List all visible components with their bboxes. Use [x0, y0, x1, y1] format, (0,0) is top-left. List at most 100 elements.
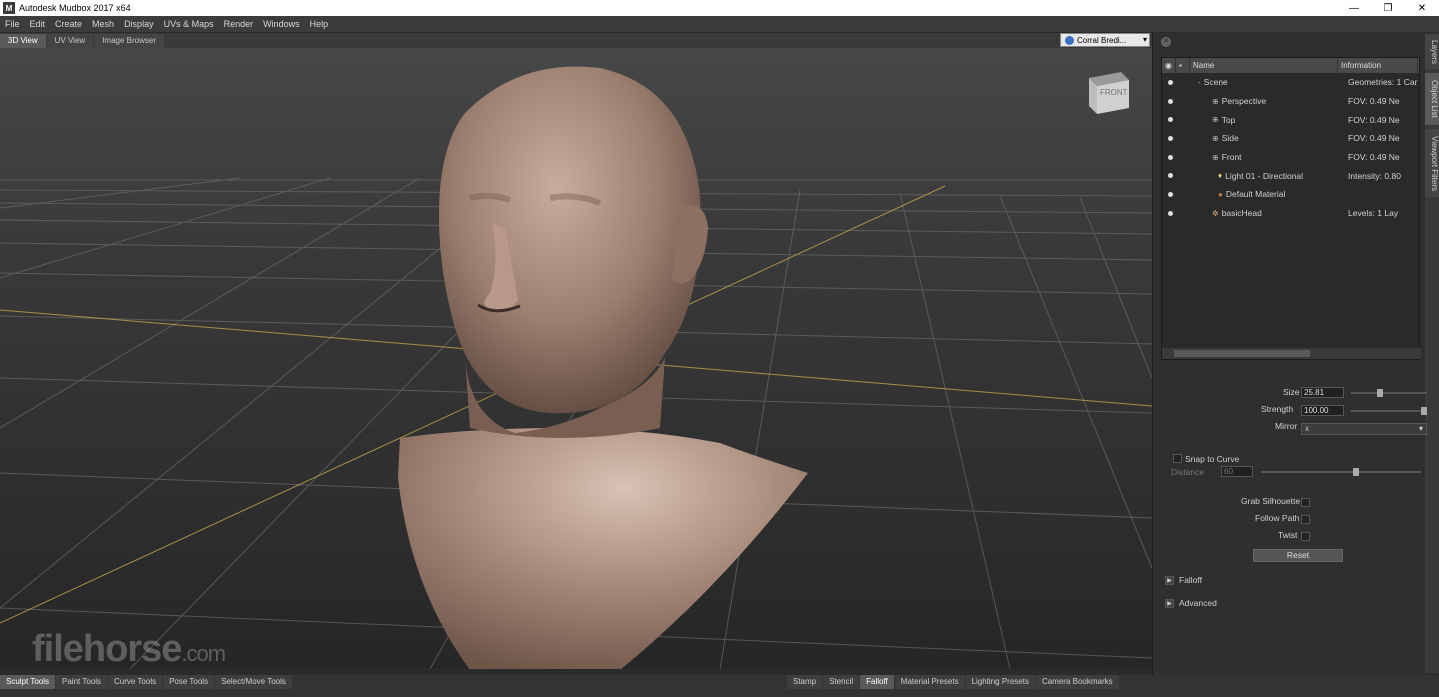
view-cube[interactable]: FRONT [1085, 68, 1133, 118]
slider-knob[interactable] [1377, 389, 1383, 397]
item-info: FOV: 0.49 Ne [1348, 114, 1400, 125]
size-slider[interactable] [1351, 389, 1427, 397]
grab-silhouette-label: Grab Silhouette [1241, 496, 1301, 506]
tab-paint-tools[interactable]: Paint Tools [56, 675, 107, 689]
item-name: Front [1221, 152, 1242, 163]
item-info: Intensity: 0.80 [1348, 170, 1401, 181]
lock-header-icon[interactable]: ▪ [1176, 58, 1190, 73]
list-item[interactable]: ⊕ Front FOV: 0.49 Ne [1162, 148, 1419, 167]
snap-to-curve-label: Snap to Curve [1185, 454, 1240, 464]
strength-input[interactable]: 100.00 [1301, 405, 1344, 416]
tree-branch-icon: - [1198, 77, 1201, 87]
list-item[interactable]: ✲ basicHead Levels: 1 Lay [1162, 204, 1419, 223]
menu-windows[interactable]: Windows [258, 19, 305, 29]
list-item[interactable]: ♦ Light 01 - Directional Intensity: 0.80 [1162, 166, 1419, 185]
visibility-dot-icon[interactable] [1168, 154, 1173, 160]
twist-label: Twist [1278, 530, 1298, 540]
advanced-section[interactable]: ▶ Advanced [1165, 598, 1217, 608]
3d-viewport[interactable]: FRONT filehorse.com [0, 48, 1152, 669]
list-item[interactable]: ● Default Material [1162, 185, 1419, 204]
item-name: Top [1221, 114, 1236, 125]
tab-uv-view[interactable]: UV View [46, 34, 94, 48]
user-account-dropdown[interactable]: Corral Bredi... ▾ [1060, 33, 1150, 47]
tool-tabs: Sculpt Tools Paint Tools Curve Tools Pos… [0, 675, 293, 690]
slider-knob[interactable] [1421, 407, 1427, 415]
user-name: Corral Bredi... [1077, 35, 1127, 45]
camera-icon: ⊕ [1212, 133, 1219, 143]
maximize-button[interactable]: ❐ [1371, 0, 1405, 16]
mirror-dropdown[interactable]: x ▾ [1301, 423, 1427, 435]
visibility-dot-icon[interactable] [1168, 191, 1173, 197]
visibility-dot-icon[interactable] [1168, 117, 1173, 123]
close-panel-icon[interactable]: ✕ [1161, 37, 1171, 47]
tab-camera-bookmarks[interactable]: Camera Bookmarks [1035, 675, 1119, 689]
menu-create[interactable]: Create [50, 19, 87, 29]
tab-curve-tools[interactable]: Curve Tools [108, 675, 163, 689]
list-item[interactable]: ⊕ Top FOV: 0.49 Ne [1162, 110, 1419, 129]
close-button[interactable]: ✕ [1405, 0, 1439, 16]
item-info: FOV: 0.49 Ne [1348, 133, 1400, 144]
menu-file[interactable]: File [0, 19, 25, 29]
size-label: Size [1283, 387, 1300, 397]
camera-icon: ⊕ [1212, 152, 1219, 162]
right-panel: ✕ ◉ ▪ Name Information - Scene Geometries… [1152, 33, 1439, 675]
column-information[interactable]: Information [1338, 58, 1418, 73]
distance-slider[interactable] [1261, 468, 1421, 476]
visibility-dot-icon[interactable] [1168, 79, 1173, 85]
slider-knob[interactable] [1353, 468, 1359, 476]
expand-triangle-icon: ▶ [1165, 575, 1174, 585]
tab-material-presets[interactable]: Material Presets [894, 675, 965, 689]
item-info: Geometries: 1 Car [1348, 77, 1418, 88]
tab-layers[interactable]: Layers [1425, 35, 1439, 69]
view-cube-label: FRONT [1100, 88, 1128, 97]
list-item[interactable]: ⊕ Side FOV: 0.49 Ne [1162, 129, 1419, 148]
follow-path-checkbox[interactable] [1301, 515, 1310, 524]
tab-falloff[interactable]: Falloff [860, 675, 894, 689]
item-info: FOV: 0.49 Ne [1348, 96, 1400, 107]
item-name: basicHead [1221, 208, 1262, 219]
visibility-dot-icon[interactable] [1168, 173, 1173, 179]
window-title: Autodesk Mudbox 2017 x64 [19, 3, 131, 13]
horizontal-scrollbar[interactable] [1162, 348, 1421, 359]
chevron-down-icon: ▾ [1142, 35, 1147, 44]
strength-slider[interactable] [1351, 407, 1427, 415]
column-name[interactable]: Name [1190, 58, 1338, 73]
reset-button[interactable]: Reset [1253, 549, 1343, 562]
menu-edit[interactable]: Edit [25, 19, 51, 29]
visibility-dot-icon[interactable] [1168, 98, 1173, 104]
mudbox-app-icon: M [3, 2, 15, 14]
snap-to-curve-checkbox[interactable] [1173, 454, 1182, 463]
item-name: Perspective [1221, 96, 1267, 107]
visibility-dot-icon[interactable] [1168, 135, 1173, 141]
tab-lighting-presets[interactable]: Lighting Presets [965, 675, 1035, 689]
tab-stamp[interactable]: Stamp [787, 675, 823, 689]
item-info: FOV: 0.49 Ne [1348, 152, 1400, 163]
scrollbar-thumb[interactable] [1174, 350, 1310, 357]
minimize-button[interactable]: — [1337, 0, 1371, 16]
tab-select-move-tools[interactable]: Select/Move Tools [215, 675, 292, 689]
item-info: Levels: 1 Lay [1348, 208, 1399, 219]
menu-uvs-maps[interactable]: UVs & Maps [159, 19, 219, 29]
list-item[interactable]: ⊕ Perspective FOV: 0.49 Ne [1162, 92, 1419, 111]
tab-stencil[interactable]: Stencil [823, 675, 860, 689]
tab-object-list[interactable]: Object List [1425, 73, 1439, 125]
item-name: Default Material [1225, 189, 1286, 200]
menu-display[interactable]: Display [119, 19, 159, 29]
menu-mesh[interactable]: Mesh [87, 19, 119, 29]
list-item[interactable]: - Scene Geometries: 1 Car [1162, 73, 1419, 92]
visibility-dot-icon[interactable] [1168, 210, 1173, 216]
grab-silhouette-checkbox[interactable] [1301, 498, 1310, 507]
tab-viewport-filters[interactable]: Viewport Filters [1425, 129, 1439, 197]
tab-pose-tools[interactable]: Pose Tools [163, 675, 215, 689]
tab-sculpt-tools[interactable]: Sculpt Tools [0, 675, 55, 689]
menu-render[interactable]: Render [219, 19, 259, 29]
size-input[interactable]: 25.81 [1301, 387, 1344, 398]
distance-label: Distance [1171, 467, 1205, 477]
visibility-header-icon[interactable]: ◉ [1162, 58, 1176, 73]
twist-checkbox[interactable] [1301, 532, 1310, 541]
tab-3d-view[interactable]: 3D View [0, 34, 46, 48]
tab-image-browser[interactable]: Image Browser [94, 34, 164, 48]
falloff-section[interactable]: ▶ Falloff [1165, 575, 1202, 585]
distance-input[interactable]: 60 [1221, 466, 1253, 477]
menu-help[interactable]: Help [305, 19, 334, 29]
